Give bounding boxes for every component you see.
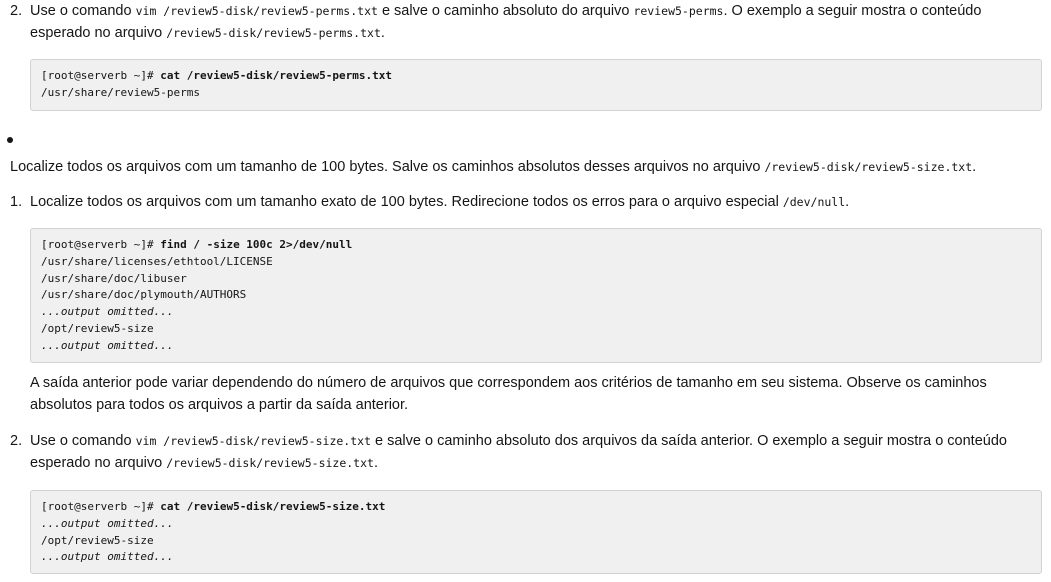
step-text: . O exemplo a seguir mostra o conteúdo: [723, 3, 982, 19]
note-paragraph: A saída anterior pode variar dependendo …: [30, 372, 1045, 416]
code-block-perms: [root@serverb ~]# cat /review5-disk/revi…: [30, 59, 1042, 111]
step-text: .: [845, 194, 850, 210]
shell-command: cat /review5-disk/review5-perms.txt: [160, 69, 393, 82]
inline-code: review5-perms: [633, 4, 724, 18]
code-block-find: [root@serverb ~]# find / -size 100c 2>/d…: [30, 228, 1042, 363]
shell-prompt: [root@serverb ~]#: [41, 69, 161, 82]
inline-code: /dev/null: [782, 195, 846, 209]
command-output: /opt/review5-size: [41, 321, 154, 335]
output-omitted: ...output omitted...: [41, 338, 174, 352]
step-text: esperado no arquivo: [30, 25, 167, 41]
step-text: e salve o caminho absoluto do arquivo: [377, 3, 634, 19]
step-text: esperado no arquivo: [30, 455, 167, 471]
inline-code: /review5-disk/review5-size.txt: [166, 456, 374, 470]
intro-text: .: [972, 159, 977, 175]
bullet-icon: [7, 137, 13, 143]
output-omitted: ...output omitted...: [41, 550, 174, 564]
step-text: Use o comando: [30, 433, 136, 449]
note-line: absolutos para todos os arquivos a parti…: [30, 397, 409, 413]
shell-prompt: [root@serverb ~]#: [41, 238, 161, 251]
shell-command: cat /review5-disk/review5-size.txt: [160, 500, 386, 513]
step-text: Use o comando: [30, 3, 136, 19]
step-text: Localize todos os arquivos com um tamanh…: [30, 194, 783, 210]
step-2-perms: 2. Use o comando vim /review5-disk/review…: [10, 0, 1045, 44]
code-block-size: [root@serverb ~]# cat /review5-disk/revi…: [30, 490, 1042, 574]
inline-code: /review5-disk/review5-perms.txt: [166, 26, 381, 40]
step-text: .: [373, 455, 378, 471]
step-number: 1.: [10, 194, 23, 210]
inline-code: /review5-disk/review5-size.txt: [764, 160, 973, 174]
shell-command: find / -size 100c 2>/dev/null: [160, 238, 353, 251]
shell-prompt: [root@serverb ~]#: [41, 500, 161, 513]
step-1-find: 1. Localize todos os arquivos com um tama…: [10, 191, 1045, 213]
command-output: /usr/share/doc/libuser: [41, 271, 187, 285]
step-2-size: 2. Use o comando vim /review5-disk/review…: [10, 430, 1045, 474]
inline-code: vim /review5-disk/review5-size.txt: [135, 434, 371, 448]
step-number: 2.: [10, 3, 23, 19]
command-output: /usr/share/licenses/ethtool/LICENSE: [41, 254, 273, 268]
command-output: /usr/share/review5-perms: [41, 85, 200, 99]
output-omitted: ...output omitted...: [41, 516, 174, 530]
section-intro: Localize todos os arquivos com um tamanh…: [10, 156, 1045, 178]
step-text: .: [380, 25, 385, 41]
command-output: /usr/share/doc/plymouth/AUTHORS: [41, 288, 247, 302]
command-output: /opt/review5-size: [41, 533, 154, 547]
step-text: e salve o caminho absoluto dos arquivos …: [371, 433, 1007, 449]
inline-code: vim /review5-disk/review5-perms.txt: [135, 4, 378, 18]
note-line: A saída anterior pode variar dependendo …: [30, 375, 987, 391]
output-omitted: ...output omitted...: [41, 305, 174, 319]
intro-text: Localize todos os arquivos com um tamanh…: [10, 159, 765, 175]
step-number: 2.: [10, 433, 23, 449]
